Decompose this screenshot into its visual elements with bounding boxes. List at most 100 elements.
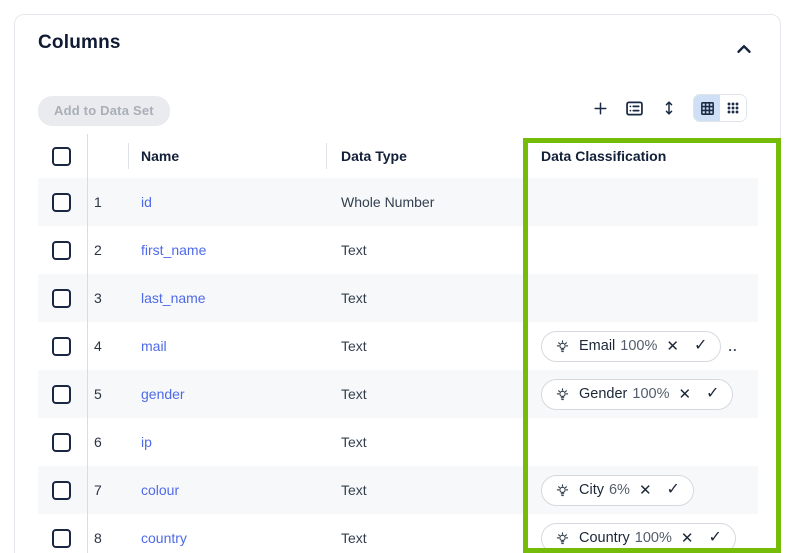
column-name-link[interactable]: first_name — [141, 242, 206, 258]
row-checkbox[interactable] — [52, 193, 71, 212]
lightbulb-icon — [555, 387, 570, 402]
table-toolbar — [592, 94, 747, 122]
row-checkbox[interactable] — [52, 433, 71, 452]
classification-label: Country — [579, 530, 630, 546]
header-data-classification: Data Classification — [524, 134, 758, 178]
row-checkbox[interactable] — [52, 289, 71, 308]
table-row: 6 ip Text — [38, 418, 758, 466]
data-type-value: Text — [326, 466, 524, 514]
header-data-type: Data Type — [326, 134, 524, 178]
table-row: 5 gender Text Gender 100% ✕ ✓ — [38, 370, 758, 418]
row-checkbox-cell — [38, 322, 88, 370]
classification-chip[interactable]: Gender 100% ✕ ✓ — [541, 379, 733, 410]
accept-classification-icon[interactable]: ✓ — [667, 482, 680, 498]
table-row: 3 last_name Text — [38, 274, 758, 322]
data-classification-cell: Country 100% ✕ ✓ — [524, 514, 758, 553]
add-to-dataset-button[interactable]: Add to Data Set — [38, 96, 170, 126]
row-checkbox[interactable] — [52, 385, 71, 404]
chip-overflow-indicator[interactable]: .. — [728, 339, 737, 354]
accept-classification-icon[interactable]: ✓ — [694, 338, 707, 354]
table-header-row: Name Data Type Data Classification — [38, 134, 758, 178]
classification-confidence: 100% — [635, 530, 672, 546]
data-classification-cell — [524, 226, 758, 274]
panel-title: Columns — [38, 32, 121, 54]
row-height-button[interactable] — [660, 99, 678, 117]
row-checkbox[interactable] — [52, 337, 71, 356]
data-type-value: Text — [326, 226, 524, 274]
row-checkbox[interactable] — [52, 241, 71, 260]
column-name-link[interactable]: ip — [141, 434, 152, 450]
column-name-link[interactable]: id — [141, 194, 152, 210]
classification-label: Gender — [579, 386, 627, 402]
grid-view-icon — [699, 100, 716, 117]
data-classification-cell — [524, 418, 758, 466]
grid-view-button[interactable] — [694, 95, 720, 121]
classification-confidence: 6% — [609, 482, 630, 498]
accept-classification-icon[interactable]: ✓ — [708, 530, 721, 546]
column-name-link[interactable]: gender — [141, 386, 185, 402]
classification-confidence: 100% — [620, 338, 657, 354]
accept-classification-icon[interactable]: ✓ — [706, 386, 719, 402]
column-name-link[interactable]: last_name — [141, 290, 206, 306]
data-classification-cell: Email 100% ✕ ✓ .. — [524, 322, 758, 370]
data-type-value: Text — [326, 322, 524, 370]
row-checkbox-cell — [38, 466, 88, 514]
header-checkbox-cell — [38, 134, 88, 178]
data-classification-cell: Gender 100% ✕ ✓ — [524, 370, 758, 418]
data-classification-cell — [524, 178, 758, 226]
row-checkbox-cell — [38, 178, 88, 226]
row-number: 5 — [88, 370, 128, 418]
lightbulb-icon — [555, 483, 570, 498]
row-number: 6 — [88, 418, 128, 466]
table-body: 1 id Whole Number 2 first_name Text 3 la… — [38, 178, 758, 553]
classification-label: Email — [579, 338, 615, 354]
classification-chip[interactable]: Email 100% ✕ ✓ — [541, 331, 721, 362]
add-column-button[interactable] — [592, 100, 609, 117]
screen: Columns Add to Data Set — [0, 0, 790, 553]
header-name: Name — [128, 134, 326, 178]
column-name-link[interactable]: colour — [141, 482, 179, 498]
reject-classification-icon[interactable]: ✕ — [678, 387, 691, 402]
reject-classification-icon[interactable]: ✕ — [681, 531, 694, 546]
row-number: 2 — [88, 226, 128, 274]
data-type-value: Text — [326, 274, 524, 322]
data-type-value: Text — [326, 514, 524, 553]
dots-grid-icon — [725, 100, 741, 116]
data-classification-cell: City 6% ✕ ✓ — [524, 466, 758, 514]
data-type-value: Text — [326, 370, 524, 418]
data-classification-cell — [524, 274, 758, 322]
column-name-link[interactable]: mail — [141, 338, 167, 354]
header-row-number — [88, 134, 128, 178]
table-row: 8 country Text Country 100% ✕ ✓ — [38, 514, 758, 553]
row-checkbox-cell — [38, 226, 88, 274]
row-number: 7 — [88, 466, 128, 514]
select-all-checkbox[interactable] — [52, 147, 71, 166]
plus-icon — [592, 100, 609, 117]
columns-panel: Columns Add to Data Set — [14, 14, 781, 553]
dots-view-button[interactable] — [720, 95, 746, 121]
view-toggle — [693, 94, 747, 122]
table-row: 1 id Whole Number — [38, 178, 758, 226]
classification-chip[interactable]: Country 100% ✕ ✓ — [541, 523, 736, 553]
row-number: 1 — [88, 178, 128, 226]
lightbulb-icon — [555, 531, 570, 546]
columns-table: Name Data Type Data Classification 1 id … — [38, 134, 758, 553]
column-name-link[interactable]: country — [141, 530, 187, 546]
row-checkbox-cell — [38, 514, 88, 553]
row-checkbox-cell — [38, 370, 88, 418]
reject-classification-icon[interactable]: ✕ — [666, 339, 679, 354]
row-checkbox[interactable] — [52, 481, 71, 500]
reject-classification-icon[interactable]: ✕ — [639, 483, 652, 498]
row-checkbox-cell — [38, 418, 88, 466]
row-number: 3 — [88, 274, 128, 322]
data-type-value: Whole Number — [326, 178, 524, 226]
row-checkbox-cell — [38, 274, 88, 322]
row-number: 4 — [88, 322, 128, 370]
row-checkbox[interactable] — [52, 529, 71, 548]
classification-confidence: 100% — [632, 386, 669, 402]
column-list-button[interactable] — [624, 98, 645, 119]
collapse-panel-button[interactable] — [731, 36, 757, 62]
table-row: 2 first_name Text — [38, 226, 758, 274]
classification-chip[interactable]: City 6% ✕ ✓ — [541, 475, 694, 506]
list-icon — [624, 98, 645, 119]
